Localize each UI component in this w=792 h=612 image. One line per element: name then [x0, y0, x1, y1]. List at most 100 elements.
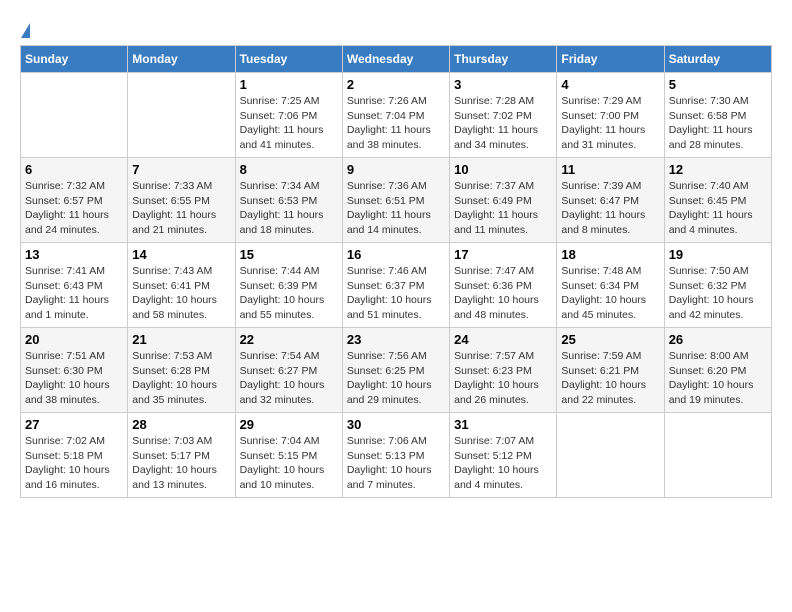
day-number: 17 — [454, 247, 552, 262]
day-cell: 30 Sunrise: 7:06 AMSunset: 5:13 PMDayligh… — [342, 413, 449, 498]
day-cell: 27Sunrise: 7:02 AMSunset: 5:18 PMDayligh… — [21, 413, 128, 498]
day-number: 11 — [561, 162, 659, 177]
logo — [20, 20, 30, 35]
day-info: Sunrise: 7:03 AMSunset: 5:17 PMDaylight:… — [132, 434, 230, 493]
day-header-thursday: Thursday — [450, 46, 557, 73]
day-info: Sunrise: 7:32 AMSunset: 6:57 PMDaylight:… — [25, 179, 123, 238]
day-cell: 24 Sunrise: 7:57 AMSunset: 6:23 PMDayligh… — [450, 328, 557, 413]
day-cell: 13 Sunrise: 7:41 AMSunset: 6:43 PMDayligh… — [21, 243, 128, 328]
day-cell: 20Sunrise: 7:51 AMSunset: 6:30 PMDayligh… — [21, 328, 128, 413]
day-cell: 22 Sunrise: 7:54 AMSunset: 6:27 PMDayligh… — [235, 328, 342, 413]
day-cell: 1Sunrise: 7:25 AMSunset: 7:06 PMDaylight… — [235, 73, 342, 158]
day-number: 18 — [561, 247, 659, 262]
day-cell: 8 Sunrise: 7:34 AMSunset: 6:53 PMDaylight… — [235, 158, 342, 243]
day-number: 30 — [347, 417, 445, 432]
day-info: Sunrise: 7:37 AMSunset: 6:49 PMDaylight:… — [454, 179, 552, 238]
day-cell: 11 Sunrise: 7:39 AMSunset: 6:47 PMDayligh… — [557, 158, 664, 243]
day-number: 19 — [669, 247, 767, 262]
day-number: 7 — [132, 162, 230, 177]
day-number: 13 — [25, 247, 123, 262]
week-row-4: 20Sunrise: 7:51 AMSunset: 6:30 PMDayligh… — [21, 328, 772, 413]
day-cell: 18 Sunrise: 7:48 AMSunset: 6:34 PMDayligh… — [557, 243, 664, 328]
day-header-monday: Monday — [128, 46, 235, 73]
day-info: Sunrise: 7:48 AMSunset: 6:34 PMDaylight:… — [561, 264, 659, 323]
day-number: 25 — [561, 332, 659, 347]
day-header-sunday: Sunday — [21, 46, 128, 73]
day-number: 10 — [454, 162, 552, 177]
day-cell: 29Sunrise: 7:04 AMSunset: 5:15 PMDayligh… — [235, 413, 342, 498]
day-info: Sunrise: 8:00 AMSunset: 6:20 PMDaylight:… — [669, 349, 767, 408]
day-number: 28 — [132, 417, 230, 432]
day-cell: 17 Sunrise: 7:47 AMSunset: 6:36 PMDayligh… — [450, 243, 557, 328]
day-number: 6 — [25, 162, 123, 177]
day-number: 26 — [669, 332, 767, 347]
day-number: 15 — [240, 247, 338, 262]
day-header-saturday: Saturday — [664, 46, 771, 73]
day-cell: 3 Sunrise: 7:28 AMSunset: 7:02 PMDaylight… — [450, 73, 557, 158]
week-row-3: 13 Sunrise: 7:41 AMSunset: 6:43 PMDayligh… — [21, 243, 772, 328]
day-cell: 6 Sunrise: 7:32 AMSunset: 6:57 PMDaylight… — [21, 158, 128, 243]
day-cell: 21 Sunrise: 7:53 AMSunset: 6:28 PMDayligh… — [128, 328, 235, 413]
day-info: Sunrise: 7:46 AMSunset: 6:37 PMDaylight:… — [347, 264, 445, 323]
day-number: 2 — [347, 77, 445, 92]
day-number: 31 — [454, 417, 552, 432]
day-info: Sunrise: 7:39 AMSunset: 6:47 PMDaylight:… — [561, 179, 659, 238]
day-number: 3 — [454, 77, 552, 92]
day-number: 4 — [561, 77, 659, 92]
day-cell — [128, 73, 235, 158]
day-info: Sunrise: 7:43 AMSunset: 6:41 PMDaylight:… — [132, 264, 230, 323]
day-cell — [21, 73, 128, 158]
day-info: Sunrise: 7:57 AMSunset: 6:23 PMDaylight:… — [454, 349, 552, 408]
day-number: 12 — [669, 162, 767, 177]
day-number: 21 — [132, 332, 230, 347]
day-info: Sunrise: 7:40 AMSunset: 6:45 PMDaylight:… — [669, 179, 767, 238]
day-cell — [664, 413, 771, 498]
day-cell: 26 Sunrise: 8:00 AMSunset: 6:20 PMDayligh… — [664, 328, 771, 413]
day-cell: 2 Sunrise: 7:26 AMSunset: 7:04 PMDaylight… — [342, 73, 449, 158]
day-info: Sunrise: 7:30 AMSunset: 6:58 PMDaylight:… — [669, 94, 767, 153]
day-cell: 25 Sunrise: 7:59 AMSunset: 6:21 PMDayligh… — [557, 328, 664, 413]
week-row-2: 6 Sunrise: 7:32 AMSunset: 6:57 PMDaylight… — [21, 158, 772, 243]
day-number: 1 — [240, 77, 338, 92]
day-cell: 31 Sunrise: 7:07 AMSunset: 5:12 PMDayligh… — [450, 413, 557, 498]
day-info: Sunrise: 7:47 AMSunset: 6:36 PMDaylight:… — [454, 264, 552, 323]
day-cell: 28 Sunrise: 7:03 AMSunset: 5:17 PMDayligh… — [128, 413, 235, 498]
day-info: Sunrise: 7:36 AMSunset: 6:51 PMDaylight:… — [347, 179, 445, 238]
day-number: 9 — [347, 162, 445, 177]
day-number: 22 — [240, 332, 338, 347]
day-info: Sunrise: 7:54 AMSunset: 6:27 PMDaylight:… — [240, 349, 338, 408]
day-cell: 23 Sunrise: 7:56 AMSunset: 6:25 PMDayligh… — [342, 328, 449, 413]
day-header-wednesday: Wednesday — [342, 46, 449, 73]
day-info: Sunrise: 7:59 AMSunset: 6:21 PMDaylight:… — [561, 349, 659, 408]
day-info: Sunrise: 7:50 AMSunset: 6:32 PMDaylight:… — [669, 264, 767, 323]
day-cell: 15 Sunrise: 7:44 AMSunset: 6:39 PMDayligh… — [235, 243, 342, 328]
day-number: 14 — [132, 247, 230, 262]
day-info: Sunrise: 7:07 AMSunset: 5:12 PMDaylight:… — [454, 434, 552, 493]
day-info: Sunrise: 7:02 AMSunset: 5:18 PMDaylight:… — [25, 434, 123, 493]
day-info: Sunrise: 7:26 AMSunset: 7:04 PMDaylight:… — [347, 94, 445, 153]
day-cell: 10 Sunrise: 7:37 AMSunset: 6:49 PMDayligh… — [450, 158, 557, 243]
day-info: Sunrise: 7:53 AMSunset: 6:28 PMDaylight:… — [132, 349, 230, 408]
week-row-5: 27Sunrise: 7:02 AMSunset: 5:18 PMDayligh… — [21, 413, 772, 498]
day-info: Sunrise: 7:34 AMSunset: 6:53 PMDaylight:… — [240, 179, 338, 238]
day-number: 5 — [669, 77, 767, 92]
day-number: 23 — [347, 332, 445, 347]
day-number: 29 — [240, 417, 338, 432]
day-info: Sunrise: 7:56 AMSunset: 6:25 PMDaylight:… — [347, 349, 445, 408]
day-info: Sunrise: 7:28 AMSunset: 7:02 PMDaylight:… — [454, 94, 552, 153]
day-number: 24 — [454, 332, 552, 347]
day-number: 8 — [240, 162, 338, 177]
calendar-header-row: SundayMondayTuesdayWednesdayThursdayFrid… — [21, 46, 772, 73]
day-cell — [557, 413, 664, 498]
day-info: Sunrise: 7:51 AMSunset: 6:30 PMDaylight:… — [25, 349, 123, 408]
day-info: Sunrise: 7:06 AMSunset: 5:13 PMDaylight:… — [347, 434, 445, 493]
day-cell: 9 Sunrise: 7:36 AMSunset: 6:51 PMDaylight… — [342, 158, 449, 243]
day-info: Sunrise: 7:41 AMSunset: 6:43 PMDaylight:… — [25, 264, 123, 323]
day-cell: 12 Sunrise: 7:40 AMSunset: 6:45 PMDayligh… — [664, 158, 771, 243]
day-cell: 7 Sunrise: 7:33 AMSunset: 6:55 PMDaylight… — [128, 158, 235, 243]
day-header-tuesday: Tuesday — [235, 46, 342, 73]
day-info: Sunrise: 7:44 AMSunset: 6:39 PMDaylight:… — [240, 264, 338, 323]
day-cell: 14 Sunrise: 7:43 AMSunset: 6:41 PMDayligh… — [128, 243, 235, 328]
day-info: Sunrise: 7:33 AMSunset: 6:55 PMDaylight:… — [132, 179, 230, 238]
day-cell: 5 Sunrise: 7:30 AMSunset: 6:58 PMDaylight… — [664, 73, 771, 158]
